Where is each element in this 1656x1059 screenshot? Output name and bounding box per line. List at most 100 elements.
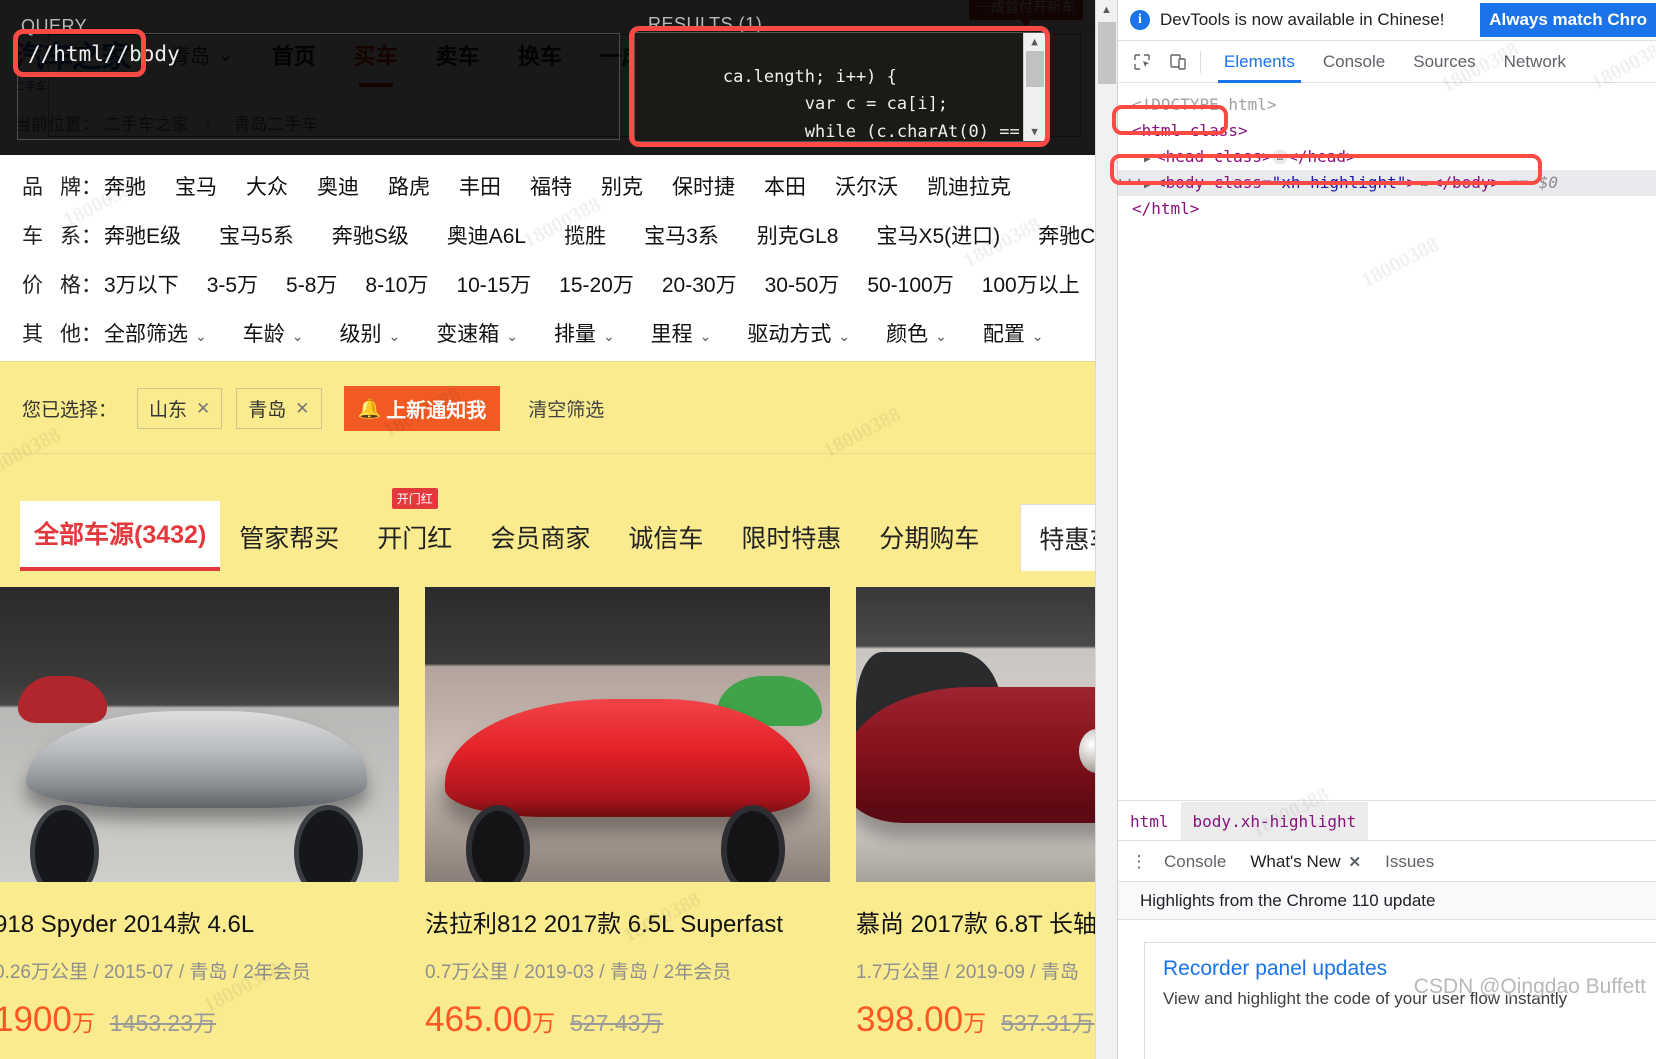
breadcrumb-html[interactable]: html (1118, 802, 1181, 841)
car-card[interactable]: 法拉利812 2017款 6.5L Superfast 0.7万公里 / 201… (425, 587, 830, 1059)
filter-brand-1[interactable]: 宝马 (175, 171, 217, 201)
filter-price-2[interactable]: 5-8万 (286, 269, 337, 299)
tab-trusted-cars[interactable]: 诚信车 (609, 505, 722, 571)
filter-price-6[interactable]: 20-30万 (662, 269, 737, 299)
breadcrumb-body[interactable]: body.xh-highlight (1180, 801, 1369, 841)
filter-brand-5[interactable]: 丰田 (459, 171, 501, 201)
results-scrollbar[interactable]: ▲ ▼ (1023, 33, 1045, 141)
selected-chip-qingdao[interactable]: 青岛 ✕ (236, 388, 322, 429)
filter-other-allfilters[interactable]: 全部筛选 ⌄ (104, 318, 207, 348)
filter-other-gearbox[interactable]: 变速箱 ⌄ (436, 318, 518, 348)
car-card[interactable]: 东豪国 慕尚 2017款 6.8T 长轴 1.7万公里 / 2019-09 / … (856, 587, 1095, 1059)
always-match-chrome-button[interactable]: Always match Chro (1480, 3, 1656, 37)
close-icon[interactable]: ✕ (295, 399, 309, 419)
filter-price-9[interactable]: 100万以上 (982, 269, 1080, 299)
tab-special-sources[interactable]: 特惠车源 ⌄ (1020, 504, 1095, 571)
filter-other-class[interactable]: 级别 ⌄ (339, 318, 400, 348)
filter-other-mileage[interactable]: 里程 ⌄ (651, 318, 712, 348)
drawer-tab-whats-new[interactable]: What's New ✕ (1238, 841, 1373, 884)
filter-series-0[interactable]: 奔驰E级 (104, 220, 181, 250)
collapsed-content-icon[interactable]: … (1416, 176, 1433, 191)
tab-butler-buy[interactable]: 管家帮买 (220, 505, 358, 571)
tab-member-dealers[interactable]: 会员商家 (471, 505, 609, 571)
expand-triangle-icon[interactable]: ▶ (1144, 176, 1156, 194)
dom-line-head[interactable]: ▶ <head class>… </head> (1118, 144, 1656, 170)
car-title[interactable]: 918 Spyder 2014款 4.6L (0, 904, 399, 939)
filter-series-2[interactable]: 奔驰S级 (332, 220, 409, 250)
filter-series-3[interactable]: 奥迪A6L (447, 220, 526, 250)
filter-other-displacement[interactable]: 排量 ⌄ (554, 318, 615, 348)
tab-kaimenhong[interactable]: 开门红 开门红 (358, 488, 471, 571)
body-gt: > (1406, 172, 1417, 192)
page-scrollbar[interactable]: ▲ (1095, 0, 1117, 1059)
inspect-element-icon[interactable] (1124, 47, 1160, 77)
scroll-down-arrow[interactable]: ▼ (1031, 123, 1038, 141)
filter-brand-0[interactable]: 奔驰 (104, 171, 146, 201)
filter-series-6[interactable]: 别克GL8 (757, 220, 839, 250)
filter-brand-8[interactable]: 保时捷 (672, 171, 735, 201)
car-card[interactable]: 918 Spyder 2014款 4.6L 0.26万公里 / 2015-07 … (0, 587, 399, 1059)
filter-price-5[interactable]: 15-20万 (559, 269, 634, 299)
drawer-tab-issues[interactable]: Issues (1373, 841, 1446, 883)
tab-installment[interactable]: 分期购车 (860, 505, 998, 571)
filter-series-8[interactable]: 奔驰C级 (1038, 220, 1095, 250)
close-icon[interactable]: ✕ (1349, 853, 1362, 871)
close-icon[interactable]: ✕ (196, 399, 210, 419)
drawer-tab-console[interactable]: Console (1152, 841, 1238, 883)
car-image[interactable]: 东豪国 (856, 587, 1095, 882)
filter-brand-4[interactable]: 路虎 (388, 171, 430, 201)
scrollbar-thumb[interactable] (1098, 22, 1116, 84)
new-arrival-notify-button[interactable]: 🔔 上新通知我 (343, 386, 501, 431)
xpath-results-box[interactable]: ca.length; i++) { var c = ca[i]; while (… (634, 32, 1046, 142)
filter-price-0[interactable]: 3万以下 (104, 269, 179, 299)
filter-series-5[interactable]: 宝马3系 (644, 220, 719, 250)
filter-price-7[interactable]: 30-50万 (765, 269, 840, 299)
tab-elements[interactable]: Elements (1210, 42, 1309, 83)
scroll-up-arrow[interactable]: ▲ (1096, 0, 1117, 16)
filter-price-4[interactable]: 10-15万 (456, 269, 531, 299)
car-price-unit: 万 (532, 1010, 556, 1036)
filter-brand-6[interactable]: 福特 (530, 171, 572, 201)
filter-price-3[interactable]: 8-10万 (365, 269, 428, 299)
filter-series-1[interactable]: 宝马5系 (219, 220, 294, 250)
car-image[interactable] (425, 587, 830, 882)
selected-chip-shandong[interactable]: 山东 ✕ (137, 388, 223, 429)
xpath-query-input[interactable] (17, 33, 620, 140)
scrollbar-thumb[interactable] (1026, 51, 1044, 87)
filter-price-1[interactable]: 3-5万 (207, 269, 258, 299)
more-options-icon[interactable]: ⋮ (1126, 852, 1152, 872)
car-title[interactable]: 法拉利812 2017款 6.5L Superfast (425, 904, 830, 939)
collapsed-content-icon[interactable]: … (1271, 150, 1289, 165)
filter-brand-3[interactable]: 奥迪 (317, 171, 359, 201)
whats-new-card[interactable]: Recorder panel updates View and highligh… (1144, 942, 1656, 1059)
node-menu-icon[interactable]: ··· (1116, 170, 1144, 193)
filter-series-4[interactable]: 揽胜 (564, 220, 606, 250)
filter-other-config[interactable]: 配置 ⌄ (983, 318, 1044, 348)
filter-brand-10[interactable]: 沃尔沃 (835, 171, 898, 201)
scroll-up-arrow[interactable]: ▲ (1031, 33, 1038, 51)
car-image[interactable] (0, 587, 399, 882)
expand-triangle-icon[interactable]: ▶ (1144, 150, 1156, 168)
filter-price-8[interactable]: 50-100万 (867, 269, 953, 299)
filter-other-age[interactable]: 车龄 ⌄ (243, 318, 304, 348)
clear-filters-link[interactable]: 清空筛选 (528, 395, 604, 422)
dom-line-body[interactable]: ··· ▶ <body class="xh-highlight">… </body> … (1116, 169, 1656, 196)
car-price-unit: 万 (963, 1010, 987, 1036)
dom-line-html[interactable]: <html class> (1118, 118, 1656, 144)
filter-brand-2[interactable]: 大众 (246, 171, 288, 201)
tab-all-sources[interactable]: 全部车源(3432) (20, 501, 221, 571)
filter-brand-7[interactable]: 别克 (601, 171, 643, 201)
filter-brand-11[interactable]: 凯迪拉克 (927, 171, 1011, 201)
filter-other-color[interactable]: 颜色 ⌄ (886, 318, 947, 348)
device-toolbar-icon[interactable] (1160, 47, 1196, 77)
tab-sources[interactable]: Sources (1399, 42, 1489, 82)
car-title[interactable]: 慕尚 2017款 6.8T 长轴 (856, 904, 1095, 939)
tab-limited-offers[interactable]: 限时特惠 (722, 505, 860, 571)
filter-brand-9[interactable]: 本田 (764, 171, 806, 201)
filter-other-drivetrain[interactable]: 驱动方式 ⌄ (747, 318, 850, 348)
tab-network[interactable]: Network (1490, 42, 1580, 82)
tab-console[interactable]: Console (1309, 42, 1399, 82)
xpath-helper-overlay: QUERY RESULTS (1) ca.length; i++) { var … (0, 0, 1095, 155)
filter-series-7[interactable]: 宝马X5(进口) (876, 220, 1000, 250)
head-close-text: </head> (1288, 146, 1356, 166)
